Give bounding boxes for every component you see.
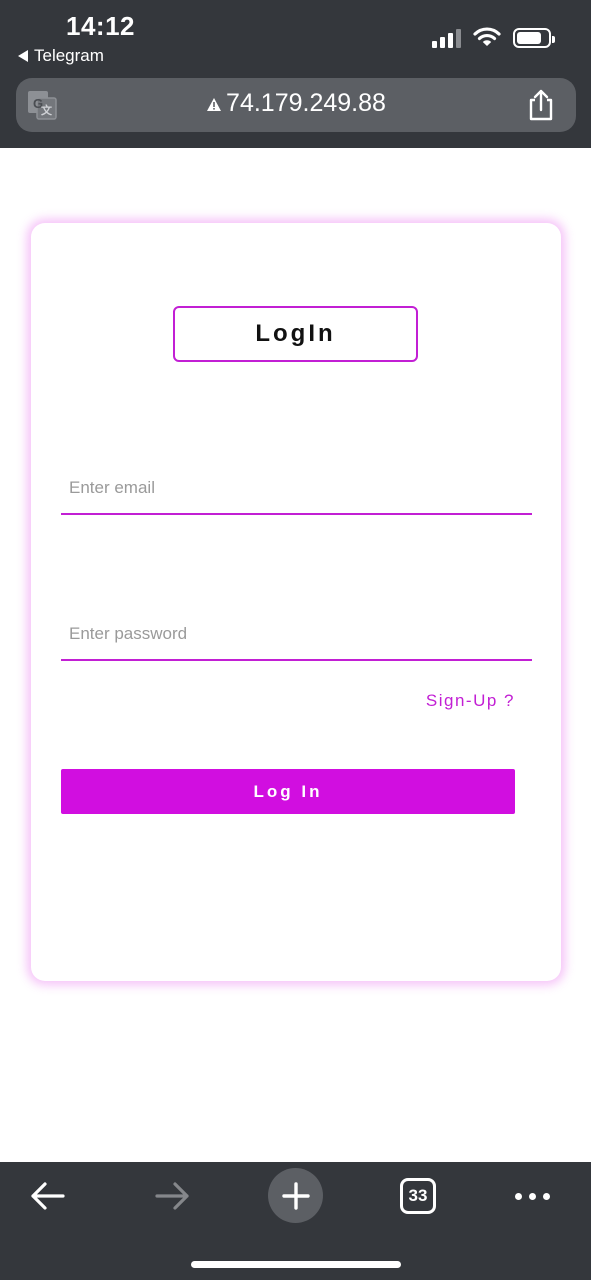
- new-tab-plus-icon: [281, 1181, 310, 1210]
- login-card: LogIn Sign-Up ? Log In: [31, 223, 561, 981]
- url-text: 74.179.249.88: [226, 89, 386, 117]
- back-to-app-link[interactable]: Telegram: [18, 46, 104, 66]
- status-time: 14:12: [66, 11, 135, 41]
- forward-button[interactable]: [144, 1168, 200, 1224]
- new-tab-button[interactable]: [268, 1168, 323, 1223]
- back-arrow-icon: [31, 1182, 65, 1210]
- browser-page: 14:12 Telegram G 文 74.179.249.88 LogIn E…: [0, 0, 591, 1280]
- login-button[interactable]: Log In: [61, 769, 515, 814]
- status-icons: [432, 26, 555, 48]
- password-field[interactable]: [61, 609, 532, 661]
- tabs-icon: 33: [400, 1178, 436, 1214]
- login-title: LogIn: [173, 306, 418, 362]
- bottom-toolbar: 33: [0, 1162, 591, 1280]
- forward-arrow-icon: [155, 1182, 189, 1210]
- tabs-button[interactable]: 33: [390, 1168, 446, 1224]
- email-field[interactable]: [61, 463, 532, 515]
- battery-icon: [513, 28, 555, 48]
- home-indicator: [191, 1261, 401, 1268]
- back-button[interactable]: [20, 1168, 76, 1224]
- wifi-icon: [473, 27, 501, 46]
- top-browser-chrome: 14:12 Telegram G 文 74.179.249.88: [0, 0, 591, 148]
- share-icon[interactable]: [526, 88, 556, 122]
- cellular-signal-icon: [432, 28, 461, 48]
- more-icon[interactable]: [504, 1168, 560, 1224]
- back-app-label: Telegram: [34, 46, 104, 65]
- signup-link[interactable]: Sign-Up ?: [426, 691, 515, 711]
- warning-triangle-icon: [207, 97, 222, 111]
- url-bar[interactable]: G 文 74.179.249.88: [16, 78, 576, 132]
- back-triangle-icon: [18, 50, 28, 62]
